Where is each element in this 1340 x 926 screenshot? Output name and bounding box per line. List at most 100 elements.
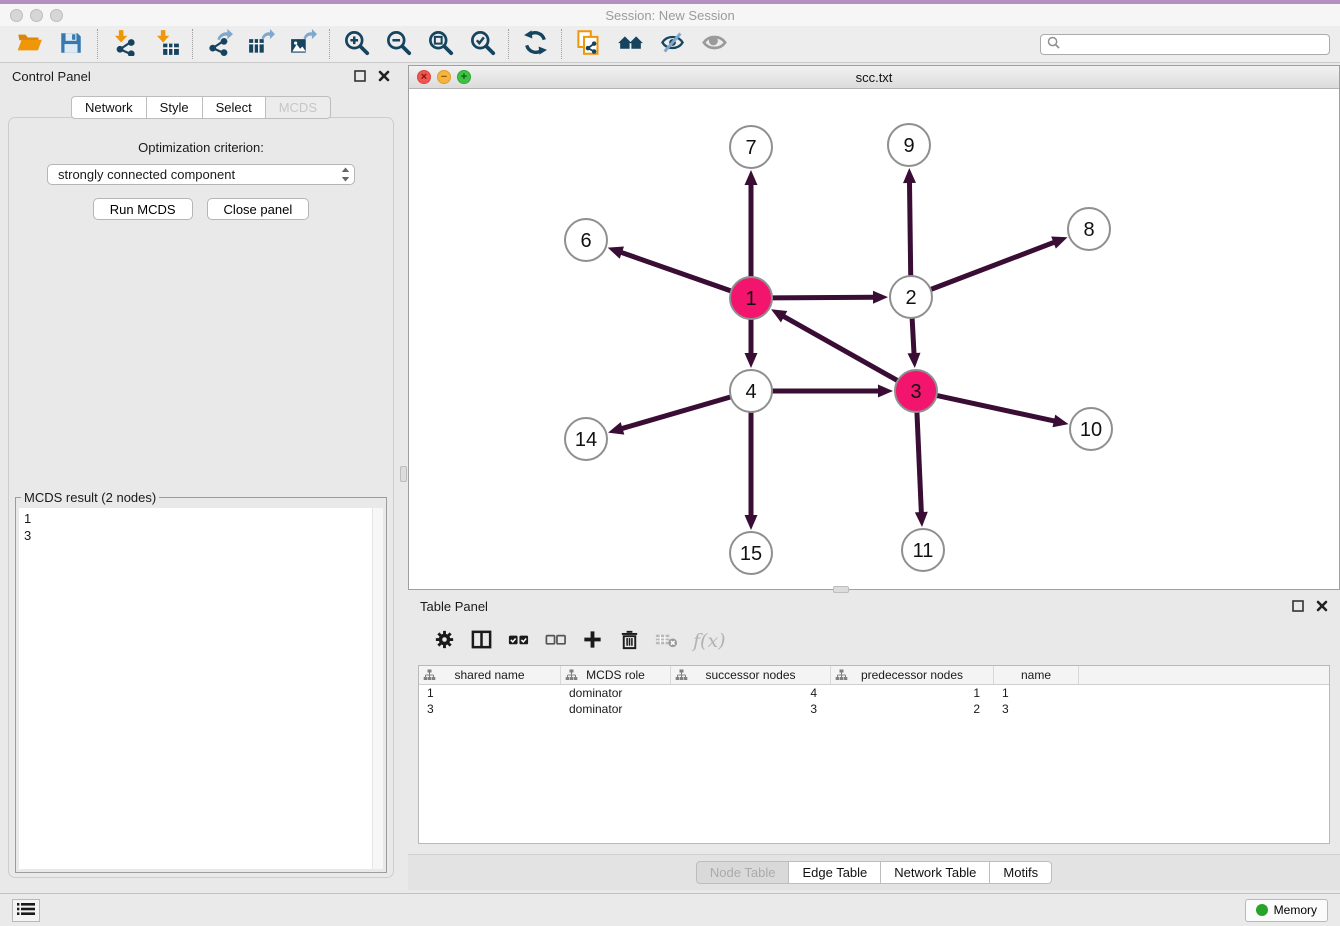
- function-builder-button[interactable]: f(x): [693, 630, 726, 652]
- optimization-criterion-select[interactable]: strongly connected component: [47, 164, 355, 185]
- table-cell[interactable]: dominator: [561, 702, 671, 716]
- select-all-columns-button[interactable]: [500, 625, 537, 657]
- memory-button[interactable]: Memory: [1245, 899, 1328, 922]
- import-network-button[interactable]: [103, 28, 145, 60]
- clone-network-button[interactable]: [567, 28, 609, 60]
- graph-edge-1-2[interactable]: [772, 297, 875, 298]
- tab-node-table[interactable]: Node Table: [696, 861, 790, 884]
- column-header-MCDS-role[interactable]: MCDS role: [561, 666, 671, 684]
- deselect-all-columns-button[interactable]: [537, 625, 574, 657]
- save-session-icon: [58, 30, 84, 59]
- column-label: MCDS role: [586, 668, 645, 682]
- export-network-button[interactable]: [198, 28, 240, 60]
- close-table-panel-button[interactable]: [1316, 600, 1328, 612]
- birds-eye-view-button[interactable]: [693, 28, 735, 60]
- toolbar-separator: [192, 29, 193, 59]
- graph-edge-4-14[interactable]: [621, 397, 731, 429]
- table-cell[interactable]: 1: [994, 686, 1079, 700]
- delete-columns-button[interactable]: [611, 625, 648, 657]
- network-maximize-button[interactable]: +: [457, 70, 471, 84]
- toolbar-separator: [329, 29, 330, 59]
- network-canvas[interactable]: 7968124314101511: [409, 89, 1339, 589]
- float-table-panel-button[interactable]: [1292, 600, 1304, 612]
- result-scrollbar[interactable]: [372, 508, 383, 869]
- float-panel-button[interactable]: [354, 70, 366, 82]
- column-header-shared-name[interactable]: shared name: [419, 666, 561, 684]
- graph-edge-3-11[interactable]: [917, 412, 921, 514]
- table-cell[interactable]: 3: [994, 702, 1079, 716]
- tab-mcds[interactable]: MCDS: [266, 96, 331, 119]
- import-table-icon: [153, 29, 180, 59]
- table-cell[interactable]: 3: [671, 702, 831, 716]
- home-button[interactable]: [609, 28, 651, 60]
- graph-edge-2-9[interactable]: [909, 181, 910, 276]
- graph-node-label: 15: [740, 543, 762, 565]
- graph-edge-arrowhead: [903, 168, 916, 183]
- birds-eye-view-icon: [701, 29, 728, 59]
- save-session-button[interactable]: [50, 28, 92, 60]
- tab-network-table[interactable]: Network Table: [881, 861, 990, 884]
- export-table-button[interactable]: [240, 28, 282, 60]
- graph-node-label: 6: [580, 230, 591, 252]
- network-window-titlebar[interactable]: × − + scc.txt: [409, 66, 1339, 89]
- graph-edge-3-1[interactable]: [782, 316, 897, 381]
- graph-edge-arrowhead: [878, 385, 893, 398]
- table-cell[interactable]: 1: [419, 686, 561, 700]
- graph-edge-2-3[interactable]: [912, 318, 914, 355]
- hide-graphics-details-button[interactable]: [651, 28, 693, 60]
- table-cell[interactable]: dominator: [561, 686, 671, 700]
- close-panel-button[interactable]: [378, 70, 390, 82]
- mcds-result-group: MCDS result (2 nodes) 1 3: [15, 490, 387, 873]
- tab-style[interactable]: Style: [147, 96, 203, 119]
- table-panel: Table Panel f(x) shared nameMCDS rolesuc…: [408, 593, 1340, 890]
- tab-select[interactable]: Select: [203, 96, 266, 119]
- search-icon: [1047, 36, 1060, 54]
- export-network-icon: [206, 29, 233, 59]
- zoom-out-button[interactable]: [377, 28, 419, 60]
- search-input[interactable]: [1064, 38, 1323, 52]
- export-image-button[interactable]: [282, 28, 324, 60]
- import-table-button[interactable]: [145, 28, 187, 60]
- mcds-result-box[interactable]: 1 3: [19, 508, 383, 869]
- show-columns-button[interactable]: [463, 625, 500, 657]
- zoom-in-button[interactable]: [335, 28, 377, 60]
- mcds-result-title: MCDS result (2 nodes): [21, 490, 159, 505]
- clone-network-icon: [575, 29, 602, 59]
- refresh-network-button[interactable]: [514, 28, 556, 60]
- horizontal-splitter-handle[interactable]: [833, 586, 849, 593]
- tab-edge-table[interactable]: Edge Table: [789, 861, 881, 884]
- delete-table-button[interactable]: [648, 625, 685, 657]
- zoom-selected-button[interactable]: [461, 28, 503, 60]
- table-cell[interactable]: 3: [419, 702, 561, 716]
- column-header-successor-nodes[interactable]: successor nodes: [671, 666, 831, 684]
- select-all-columns-icon: [507, 628, 530, 654]
- vertical-splitter-handle[interactable]: [400, 466, 407, 482]
- column-tree-icon: [565, 669, 578, 684]
- table-cell[interactable]: 1: [831, 686, 994, 700]
- graph-edge-2-8[interactable]: [931, 242, 1056, 290]
- graph-edge-arrowhead: [608, 246, 624, 258]
- network-minimize-button[interactable]: −: [437, 70, 451, 84]
- table-row[interactable]: 3dominator323: [419, 701, 1329, 717]
- column-header-name[interactable]: name: [994, 666, 1079, 684]
- show-task-history-button[interactable]: [12, 899, 40, 922]
- table-settings-button[interactable]: [426, 625, 463, 657]
- tab-network[interactable]: Network: [71, 96, 147, 119]
- table-cell[interactable]: 2: [831, 702, 994, 716]
- column-header-predecessor-nodes[interactable]: predecessor nodes: [831, 666, 994, 684]
- tab-motifs[interactable]: Motifs: [990, 861, 1052, 884]
- run-mcds-button[interactable]: Run MCDS: [93, 198, 193, 220]
- zoom-fit-button[interactable]: [419, 28, 461, 60]
- open-session-button[interactable]: [8, 28, 50, 60]
- graph-edge-3-10[interactable]: [937, 395, 1056, 421]
- table-settings-icon: [433, 628, 456, 654]
- network-close-button[interactable]: ×: [417, 70, 431, 84]
- column-tree-icon: [675, 669, 688, 684]
- search-box[interactable]: [1040, 34, 1330, 55]
- table-row[interactable]: 1dominator411: [419, 685, 1329, 701]
- graph-edge-1-6[interactable]: [620, 252, 731, 291]
- close-panel-button-inline[interactable]: Close panel: [207, 198, 310, 220]
- graph-edge-arrowhead: [1051, 236, 1067, 248]
- create-column-button[interactable]: [574, 625, 611, 657]
- table-cell[interactable]: 4: [671, 686, 831, 700]
